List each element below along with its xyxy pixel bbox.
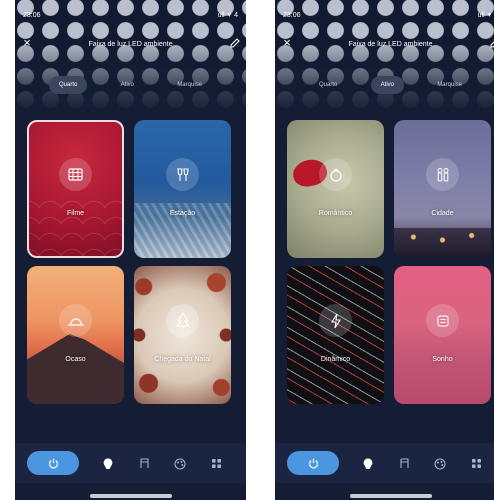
tab-quarto[interactable]: Quarto	[309, 76, 347, 94]
room-tabs: Quarto Ativo Marquise	[49, 76, 212, 94]
tab-ativo[interactable]: Ativo	[370, 76, 404, 94]
bottom-nav	[275, 443, 494, 483]
scene-card-sonho[interactable]: Sonho	[394, 266, 491, 404]
scene-label: Filme	[66, 210, 85, 217]
sunset-icon	[67, 317, 84, 326]
music-icon[interactable]	[138, 457, 151, 470]
power-icon	[308, 458, 318, 468]
tab-quarto[interactable]: Quarto	[49, 76, 88, 94]
scene-card-estacao[interactable]: Estação	[134, 120, 231, 258]
signal-icon: ull	[217, 11, 225, 19]
status-time: 23:06	[23, 11, 41, 19]
edit-icon[interactable]	[489, 37, 494, 49]
scene-card-romantico[interactable]: Romântico	[287, 120, 384, 258]
close-icon[interactable]: ×	[280, 36, 294, 50]
lightning-icon	[330, 313, 341, 328]
room-tabs: Quarto Ativo Marquise	[309, 76, 472, 94]
close-icon[interactable]: ×	[20, 36, 34, 50]
wifi-icon: ▾	[487, 12, 492, 19]
bulb-icon[interactable]	[361, 457, 374, 470]
scene-label: Romântico	[318, 210, 353, 217]
home-indicator[interactable]	[90, 494, 172, 498]
scene-card-ocaso[interactable]: Ocaso	[27, 266, 124, 404]
edit-icon[interactable]	[229, 37, 241, 49]
grid-icon[interactable]	[210, 457, 223, 470]
page-title: Faixa de luz LED ambiente	[88, 40, 173, 48]
dream-icon	[436, 314, 449, 327]
power-icon	[48, 458, 58, 468]
scene-label: Chegada do Natal	[154, 356, 211, 363]
scene-card-dinamico[interactable]: Dinâmico	[287, 266, 384, 404]
battery-icon: 4	[234, 11, 238, 19]
tab-marquise[interactable]: Marquise	[427, 76, 472, 94]
film-icon	[68, 168, 83, 181]
tab-marquise[interactable]: Marquise	[167, 76, 212, 94]
phone-screen-quarto: 23:06 ull ▾ 4 × Faixa de luz LED ambient…	[15, 0, 246, 500]
status-bar: 23:06 ull ▾ 4	[23, 9, 238, 21]
wifi-icon: ▾	[227, 12, 232, 19]
scene-label: Sonho	[432, 356, 453, 363]
status-bar: 23:06 ull ▾ 4	[283, 9, 494, 21]
scene-card-cidade[interactable]: Cidade	[394, 120, 491, 258]
scene-label: Estação	[169, 210, 196, 217]
title-bar: × Faixa de luz LED ambiente	[275, 36, 494, 52]
page-title: Faixa de luz LED ambiente	[348, 40, 433, 48]
grid-icon[interactable]	[470, 457, 483, 470]
tab-ativo[interactable]: Ativo	[111, 76, 144, 94]
phone-screen-ativo: 23:06 ull ▾ 4 × Faixa de luz LED ambient…	[275, 0, 494, 500]
power-button[interactable]	[287, 451, 339, 475]
bulb-icon[interactable]	[101, 457, 114, 470]
glasses-icon	[176, 167, 189, 181]
status-time: 23:06	[283, 11, 301, 19]
signal-icon: ull	[477, 11, 485, 19]
power-button[interactable]	[27, 451, 79, 475]
city-lights-icon	[437, 167, 448, 181]
title-bar: × Faixa de luz LED ambiente	[15, 36, 246, 52]
scene-card-filme[interactable]: Filme	[27, 120, 124, 258]
bottom-nav	[15, 443, 246, 483]
scene-label: Ocaso	[65, 356, 86, 363]
heart-ring-icon	[329, 167, 342, 182]
home-indicator[interactable]	[350, 494, 432, 498]
tree-icon	[175, 312, 190, 329]
palette-icon[interactable]	[433, 457, 446, 470]
scene-label: Cidade	[431, 210, 454, 217]
palette-icon[interactable]	[173, 457, 186, 470]
music-icon[interactable]	[398, 457, 411, 470]
scene-label: Dinâmico	[320, 356, 351, 363]
scene-card-chegada-do-natal[interactable]: Chegada do Natal	[134, 266, 231, 404]
